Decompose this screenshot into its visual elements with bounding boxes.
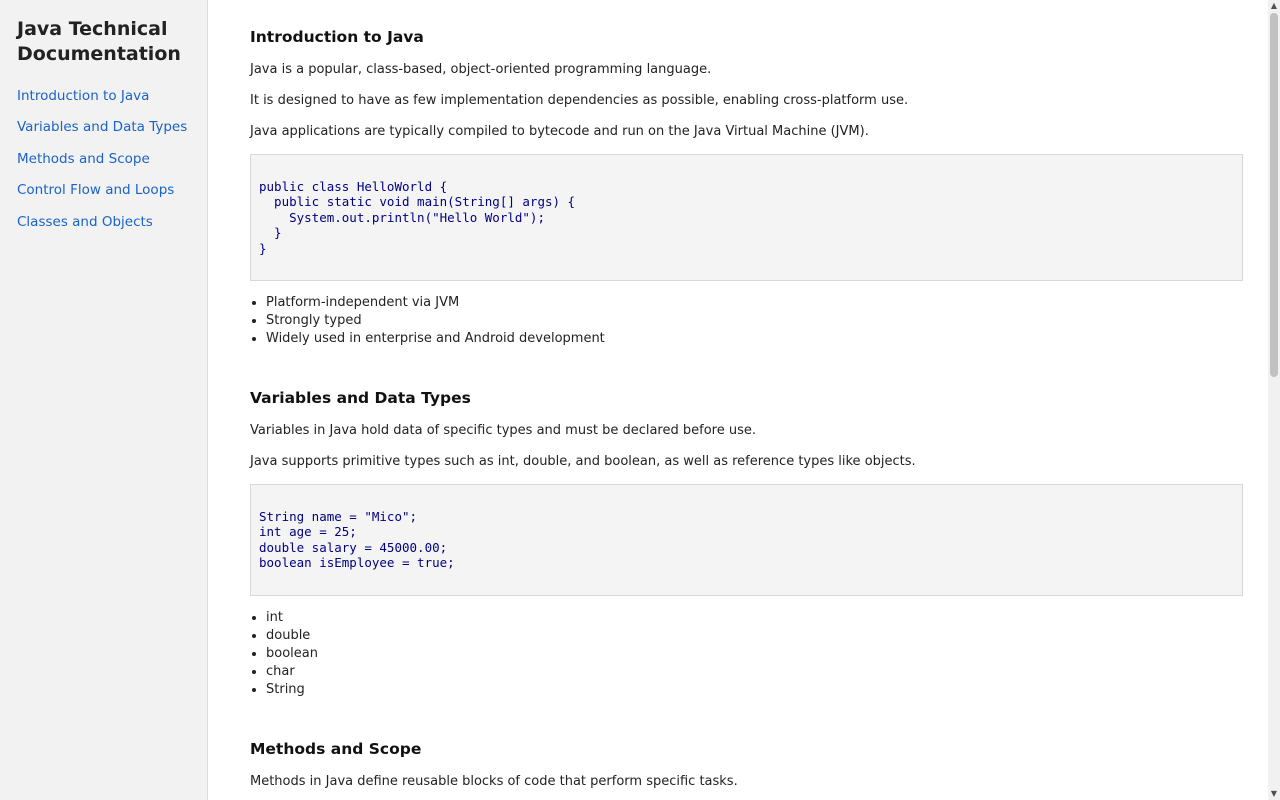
section-title: Introduction to Java xyxy=(250,28,424,46)
nav-link-introduction-to-java[interactable]: Introduction to Java xyxy=(17,88,149,104)
main-content: Introduction to Java Java is a popular, … xyxy=(209,0,1268,791)
section-introduction-to-java: Introduction to Java Java is a popular, … xyxy=(250,27,1243,348)
list-item: Platform-independent via JVM xyxy=(266,294,1243,312)
section-paragraph: Variables in Java hold data of specific … xyxy=(250,423,756,439)
nav-link-variables-and-data-types[interactable]: Variables and Data Types xyxy=(17,119,187,135)
list-item: char xyxy=(266,663,1243,681)
nav-title: Java Technical Documentation xyxy=(17,18,181,65)
nav-item: Variables and Data Types xyxy=(17,116,191,147)
nav-item: Introduction to Java xyxy=(17,85,191,116)
code-block: String name = "Mico"; int age = 25; doub… xyxy=(250,484,1243,596)
section-paragraph: Methods in Java define reusable blocks o… xyxy=(250,773,738,789)
feature-list: Platform-independent via JVM Strongly ty… xyxy=(250,294,1243,348)
list-item: double xyxy=(266,627,1243,645)
section-title: Methods and Scope xyxy=(250,739,422,758)
list-item: Widely used in enterprise and Android de… xyxy=(266,330,1243,348)
nav-links: Introduction to Java Variables and Data … xyxy=(17,85,191,242)
section-paragraph: Java supports primitive types such as in… xyxy=(250,454,916,470)
nav-item: Classes and Objects xyxy=(17,211,191,242)
navbar: Java Technical Documentation Introductio… xyxy=(0,0,208,800)
main-doc: Introduction to Java Java is a popular, … xyxy=(209,0,1268,800)
section-methods-and-scope: Methods and Scope Methods in Java define… xyxy=(250,739,1243,791)
nav-link-methods-and-scope[interactable]: Methods and Scope xyxy=(17,151,150,167)
nav-item: Methods and Scope xyxy=(17,148,191,179)
code-text: public class HelloWorld { public static … xyxy=(259,179,576,256)
list-item: boolean xyxy=(266,645,1243,663)
code-text: String name = "Mico"; int age = 25; doub… xyxy=(259,509,455,571)
section-paragraph: Java is a popular, class-based, object-o… xyxy=(250,62,712,77)
app-window: Java Technical Documentation Introductio… xyxy=(0,0,1280,800)
nav-link-classes-and-objects[interactable]: Classes and Objects xyxy=(17,214,153,230)
section-paragraph: It is designed to have as few implementa… xyxy=(250,93,909,108)
vertical-scrollbar[interactable]: ▲ ▼ xyxy=(1268,0,1280,800)
type-list: int double boolean char String xyxy=(250,609,1243,699)
section-paragraph: Java applications are typically compiled… xyxy=(250,124,869,139)
section-title: Variables and Data Types xyxy=(250,389,471,408)
scroll-up-arrow-icon[interactable]: ▲ xyxy=(1268,0,1280,12)
code-block: public class HelloWorld { public static … xyxy=(250,154,1243,282)
list-item: Strongly typed xyxy=(266,312,1243,330)
list-item: int xyxy=(266,609,1243,627)
section-variables-and-data-types: Variables and Data Types Variables in Ja… xyxy=(250,388,1243,699)
nav-item: Control Flow and Loops xyxy=(17,179,191,210)
scroll-down-arrow-icon[interactable]: ▼ xyxy=(1268,788,1280,800)
scrollbar-thumb[interactable] xyxy=(1270,13,1278,377)
nav-link-control-flow-and-loops[interactable]: Control Flow and Loops xyxy=(17,182,174,198)
list-item: String xyxy=(266,681,1243,699)
